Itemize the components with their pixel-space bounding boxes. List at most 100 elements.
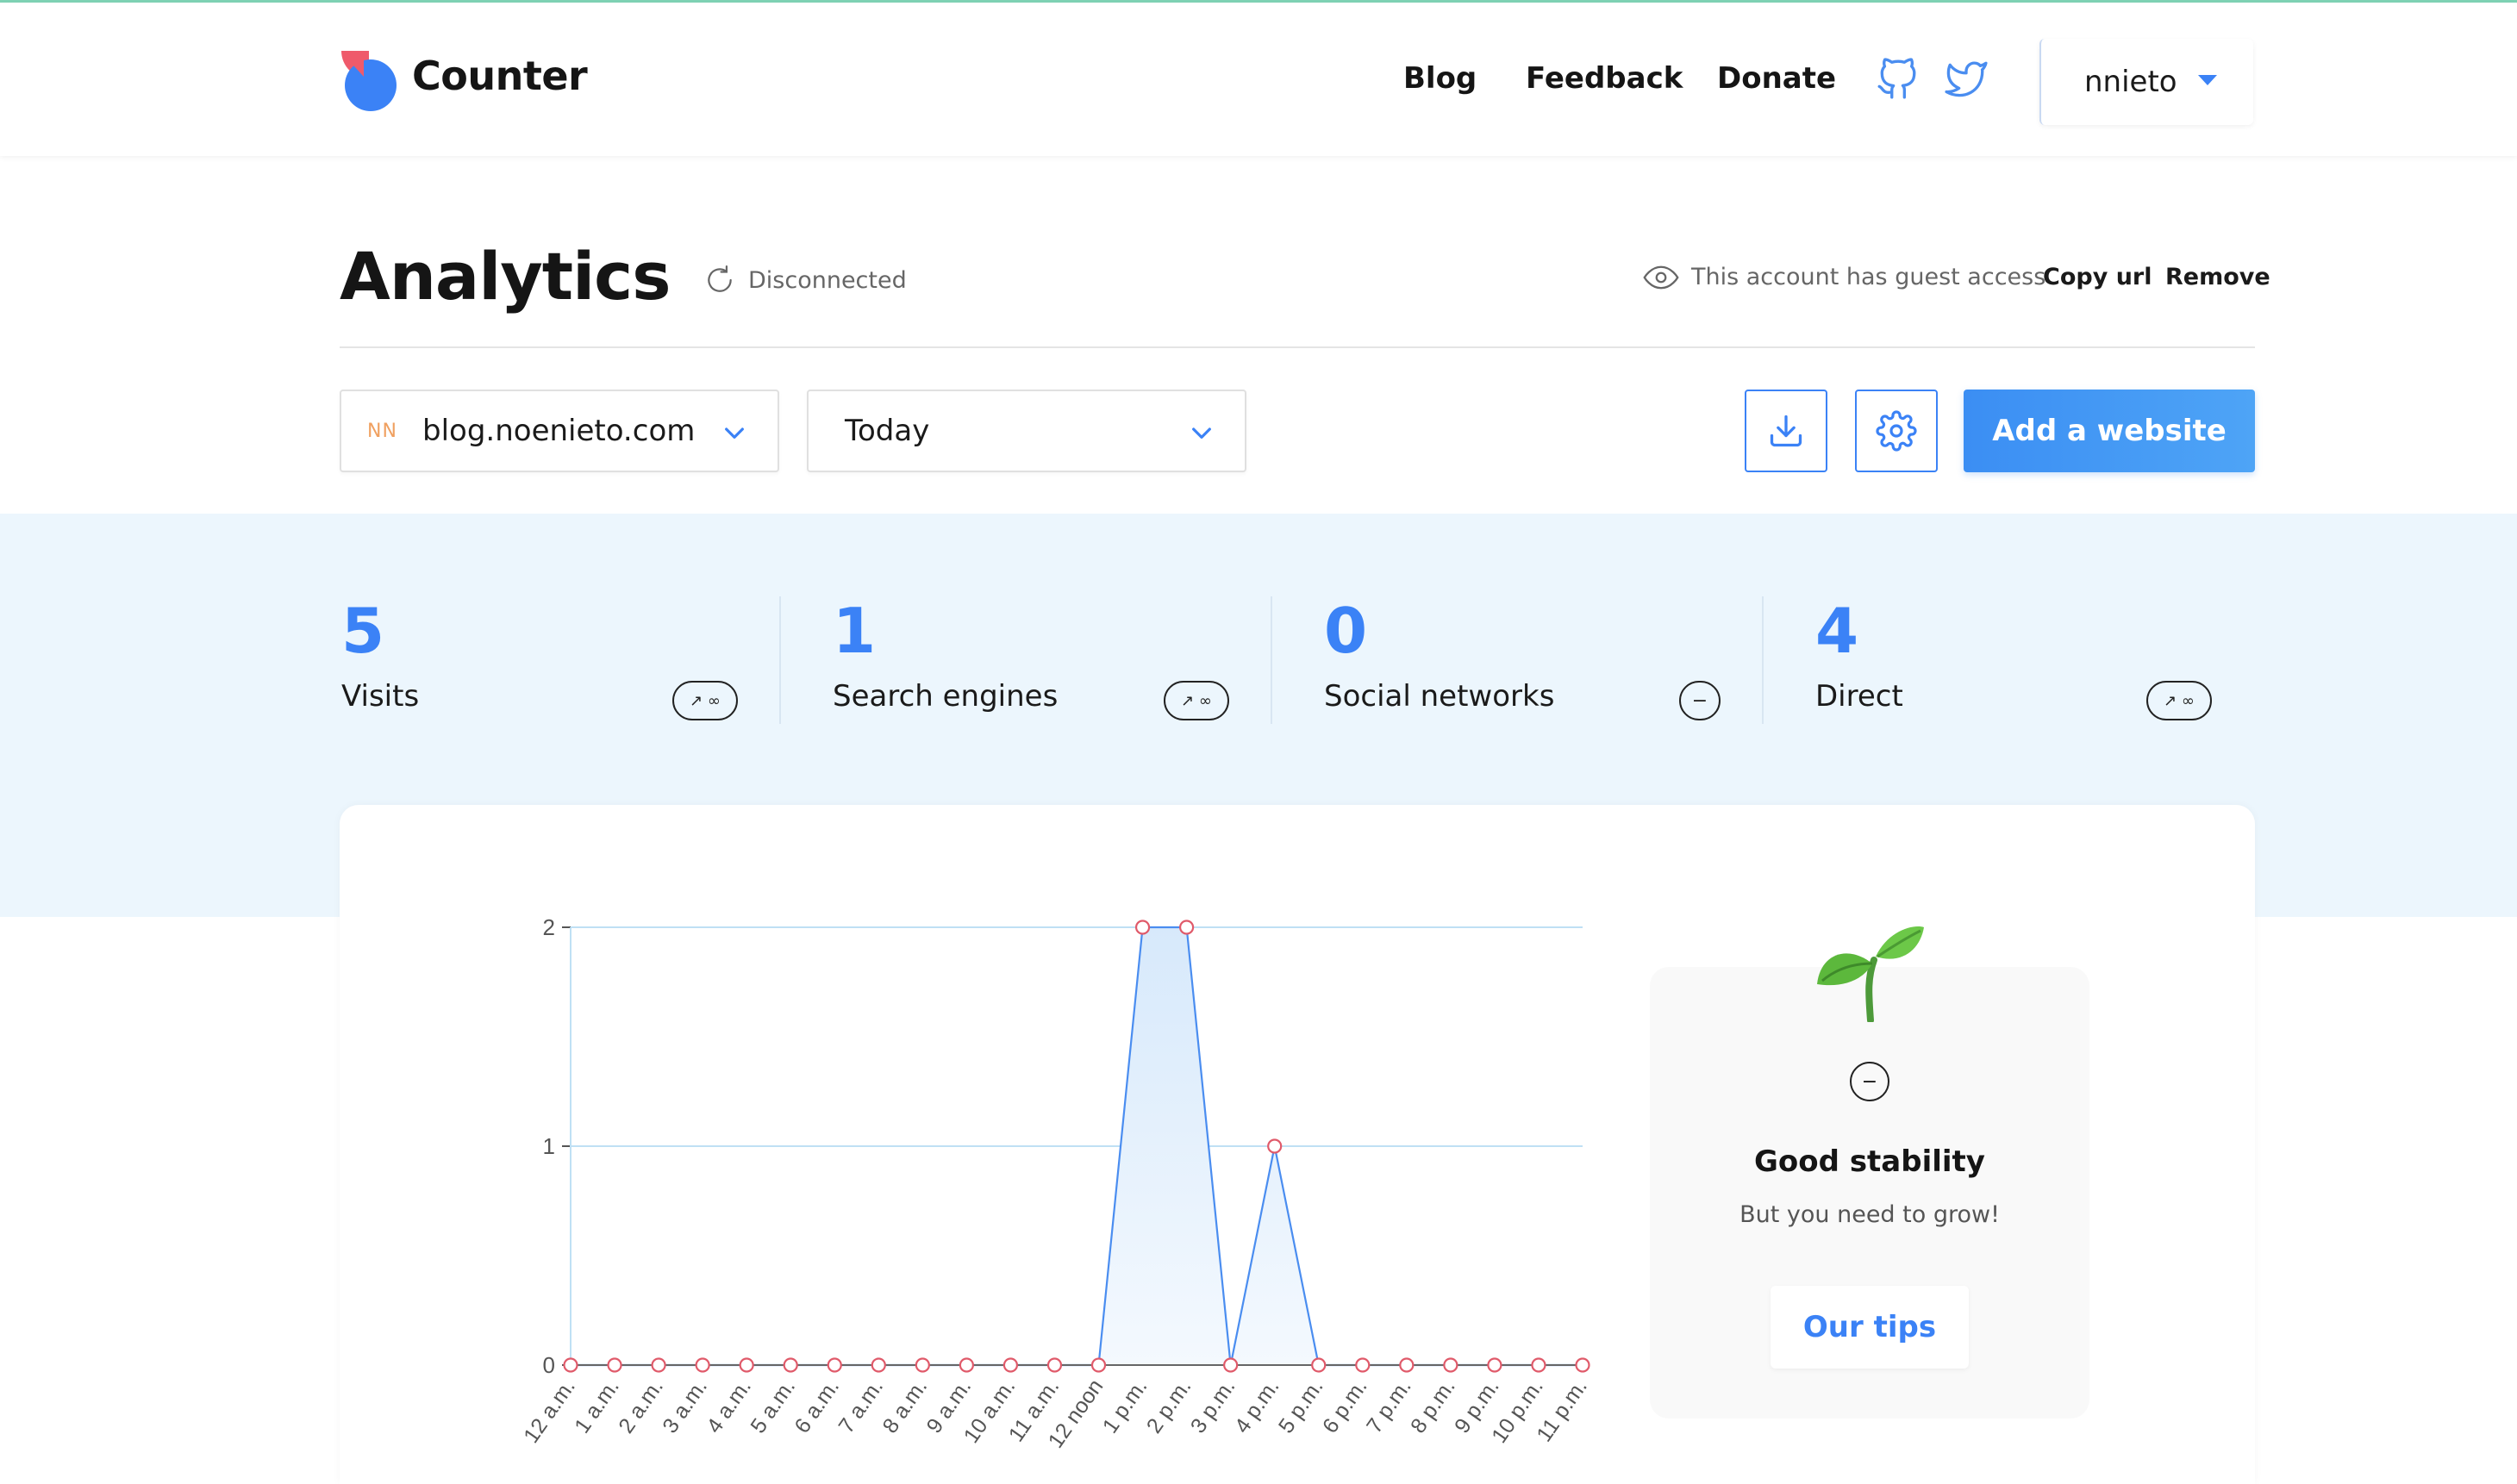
x-tick-label: 3 p.m. [1186,1375,1240,1437]
x-tick-label: 2 p.m. [1142,1375,1196,1437]
data-point [1399,1357,1415,1373]
tips-subtitle: But you need to grow! [1739,1201,2000,1228]
data-point [1090,1357,1107,1373]
x-tick-label: 2 a.m. [614,1375,668,1437]
data-point [1267,1138,1283,1154]
nav-donate[interactable]: Donate [1717,61,1836,96]
stat-value: 0 [1324,595,1368,667]
x-tick-label: 1 p.m. [1098,1375,1152,1437]
data-point [739,1357,754,1373]
data-point [1223,1357,1239,1373]
stat-divider [1762,596,1764,724]
x-tick-label: 12 a.m. [519,1375,580,1447]
nav-feedback[interactable]: Feedback [1526,61,1683,96]
copy-url-link[interactable]: Copy url [2043,264,2152,290]
chevron-down-icon [1192,427,1211,439]
data-point [1531,1357,1546,1373]
user-menu[interactable]: nnieto [2039,39,2253,125]
data-point [651,1357,666,1373]
stat-value: 4 [1815,595,1859,667]
status-text: Disconnected [748,266,907,294]
y-tick-label: 1 [543,1133,555,1159]
guest-access-info: This account has guest access [1643,264,2045,290]
site-value: blog.noenieto.com [422,414,696,448]
data-point [1311,1357,1327,1373]
data-point [607,1357,622,1373]
eye-icon [1643,265,1679,289]
x-tick-label: 6 p.m. [1318,1375,1372,1437]
x-tick-label: 7 a.m. [834,1375,888,1437]
data-point [1487,1357,1502,1373]
settings-button[interactable] [1855,390,1938,472]
range-value: Today [845,414,930,448]
download-icon [1770,415,1802,447]
data-point [1046,1357,1063,1373]
remove-link[interactable]: Remove [2165,264,2270,290]
x-tick-label: 7 p.m. [1362,1375,1416,1437]
trend-badge[interactable]: ↗ ∞ [2146,681,2212,720]
chevron-down-icon [725,427,744,439]
y-tick-label: 2 [543,914,555,940]
stat-divider [779,596,781,724]
x-tick-label: 5 p.m. [1274,1375,1328,1437]
date-range-select[interactable]: Today [807,390,1246,472]
website-select[interactable]: NN blog.noenieto.com [340,390,779,472]
top-header: Counter Blog Feedback Donate nnieto [0,3,2517,156]
trend-badge[interactable]: − [1679,681,1721,720]
stat-visits: 5 Visits ↗ ∞ [341,595,746,724]
visits-chart: 0 1 2 12 a.m.1 a.m.2 a.m.3 a.m.4 a.m.5 a.m.… [519,914,1592,1452]
stat-label: Search engines [833,679,1059,714]
x-tick-label: 6 a.m. [790,1375,844,1437]
nav-blog[interactable]: Blog [1403,61,1477,96]
stat-value: 5 [341,595,385,667]
data-point [915,1357,930,1373]
data-point [959,1357,974,1373]
x-tick-label: 8 a.m. [878,1375,932,1437]
y-tick-label: 0 [543,1352,555,1378]
add-website-button[interactable]: Add a website [1964,390,2255,472]
data-point [1179,920,1195,935]
data-point [871,1357,886,1373]
x-tick-label: 4 a.m. [702,1375,756,1437]
x-tick-label: 5 a.m. [746,1375,800,1437]
data-point [1134,920,1151,935]
download-button[interactable] [1745,390,1827,472]
x-tick-label: 1 a.m. [570,1375,624,1437]
neutral-status-icon: − [1850,1062,1889,1101]
stat-label: Direct [1815,679,1903,714]
data-point [1443,1357,1458,1373]
page-title: Analytics [340,238,671,315]
trend-badge[interactable]: ↗ ∞ [672,681,738,720]
data-point [563,1357,578,1373]
stat-label: Social networks [1324,679,1555,714]
stat-social-networks: 0 Social networks − [1324,595,1729,724]
connection-status: Disconnected [703,264,907,296]
data-point [1355,1357,1371,1373]
twitter-icon[interactable] [1945,58,1988,101]
x-tick-label: 8 p.m. [1406,1375,1460,1437]
data-point [1002,1357,1019,1373]
caret-down-icon [2198,75,2217,85]
x-tick-label: 4 p.m. [1230,1375,1284,1437]
user-name: nnieto [2084,65,2177,99]
stat-search-engines: 1 Search engines ↗ ∞ [833,595,1238,724]
title-divider [340,346,2255,348]
data-point [695,1357,710,1373]
x-tick-label: 3 a.m. [658,1375,712,1437]
gear-icon [1876,410,1917,452]
data-point [1575,1357,1590,1373]
brand-name[interactable]: Counter [412,53,588,99]
stat-value: 1 [833,595,877,667]
data-point [827,1357,842,1373]
site-initials: NN [367,421,397,442]
stat-divider [1271,596,1272,724]
trend-badge[interactable]: ↗ ∞ [1164,681,1229,720]
our-tips-button[interactable]: Our tips [1771,1286,1969,1369]
sprout-icon [1817,926,1924,1022]
refresh-icon[interactable] [703,264,736,296]
data-point [783,1357,798,1373]
github-icon[interactable] [1876,58,1919,101]
counter-logo-icon[interactable] [340,49,398,113]
tips-title: Good stability [1754,1144,1985,1179]
guest-text: This account has guest access [1691,264,2046,290]
